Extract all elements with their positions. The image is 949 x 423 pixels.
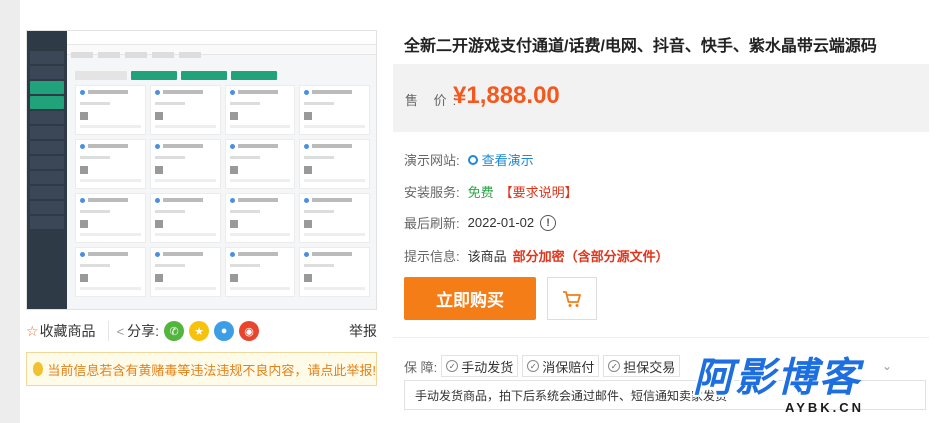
refresh-label: 最后刷新: <box>404 216 460 231</box>
guarantee-tag-label: 消保赔付 <box>542 359 595 375</box>
demo-link-label: 查看演示 <box>481 153 534 168</box>
demo-label: 演示网站: <box>404 153 460 168</box>
tip-emphasis: 部分加密（含部分源文件） <box>512 249 669 264</box>
install-value: 免费 <box>467 185 494 200</box>
demo-row: 演示网站: 查看演示 <box>404 150 534 169</box>
share-row: ☆ 收藏商品 < 分享: ✆ ★ ● ◉ 举报 <box>26 318 377 344</box>
guarantee-tag-label: 担保交易 <box>623 359 676 375</box>
guarantee-tag-compensation[interactable]: ✓ 消保赔付 <box>522 355 600 377</box>
qq-icon[interactable]: ● <box>214 321 235 341</box>
share-icon: < <box>116 323 125 339</box>
check-icon: ✓ <box>527 360 540 372</box>
refresh-date: 2022-01-02 <box>467 215 535 230</box>
preview-tabs <box>67 45 376 58</box>
guarantee-row: 保 障: ✓ 手动发货 ✓ 消保赔付 ✓ 担保交易 <box>404 355 681 377</box>
lightbulb-icon <box>33 362 44 376</box>
check-icon: ✓ <box>608 360 621 372</box>
product-title: 全新二开游戏支付通道/话费/电网、抖音、快手、紫水晶带云端源码 <box>404 38 877 55</box>
guarantee-tag-label: 手动发货 <box>461 359 514 375</box>
buy-now-button[interactable]: 立即购买 <box>404 277 536 320</box>
favorite-label: 收藏商品 <box>39 323 96 339</box>
preview-topbar <box>67 31 376 45</box>
tip-row: 提示信息: 该商品 部分加密（含部分源文件） <box>404 246 669 265</box>
weibo-icon[interactable]: ◉ <box>239 321 260 341</box>
preview-sidebar <box>27 31 67 309</box>
info-icon[interactable]: ! <box>540 214 557 231</box>
guarantee-tag-escrow[interactable]: ✓ 担保交易 <box>603 355 681 377</box>
share-label: 分享: <box>127 323 160 339</box>
warning-text: 当前信息若含有黄赌毒等违法违规不良内容，请点此举报! <box>47 362 376 378</box>
cart-icon <box>563 290 581 307</box>
search-icon <box>467 154 478 165</box>
demo-link[interactable]: 查看演示 <box>467 150 534 169</box>
report-link[interactable]: 举报 <box>349 321 377 341</box>
check-icon: ✓ <box>446 360 459 372</box>
install-row: 安装服务: 免费 【要求说明】 <box>404 182 578 201</box>
favorite-button[interactable]: ☆ 收藏商品 <box>26 321 96 341</box>
site-watermark: 阿影博客 AYBK.CN <box>693 356 933 418</box>
preview-card-grid <box>75 85 370 297</box>
guarantee-label: 保 障: <box>404 359 438 375</box>
add-to-cart-button[interactable] <box>547 277 597 320</box>
qzone-icon[interactable]: ★ <box>189 321 210 341</box>
share-group: < 分享: ✆ ★ ● ◉ <box>107 321 260 341</box>
tip-label: 提示信息: <box>404 249 460 264</box>
watermark-logo-text: 阿影博客 <box>693 356 861 400</box>
guarantee-tag-manual-delivery[interactable]: ✓ 手动发货 <box>441 355 519 377</box>
install-requirements-link[interactable]: 【要求说明】 <box>500 182 578 201</box>
star-icon: ☆ <box>26 322 39 339</box>
report-warning[interactable]: 当前信息若含有黄赌毒等违法违规不良内容，请点此举报! <box>26 352 377 386</box>
tip-prefix: 该商品 <box>467 249 507 264</box>
watermark-domain: AYBK.CN <box>785 400 865 415</box>
refresh-row: 最后刷新: 2022-01-02 ! <box>404 213 557 232</box>
preview-buttons <box>75 67 281 85</box>
wechat-icon[interactable]: ✆ <box>164 321 185 341</box>
price-value: ¥1,888.00 <box>453 82 560 109</box>
divider <box>393 337 929 338</box>
install-label: 安装服务: <box>404 185 460 200</box>
product-preview-image[interactable] <box>26 30 377 310</box>
price-box: 售 价: ¥1,888.00 <box>393 64 929 132</box>
